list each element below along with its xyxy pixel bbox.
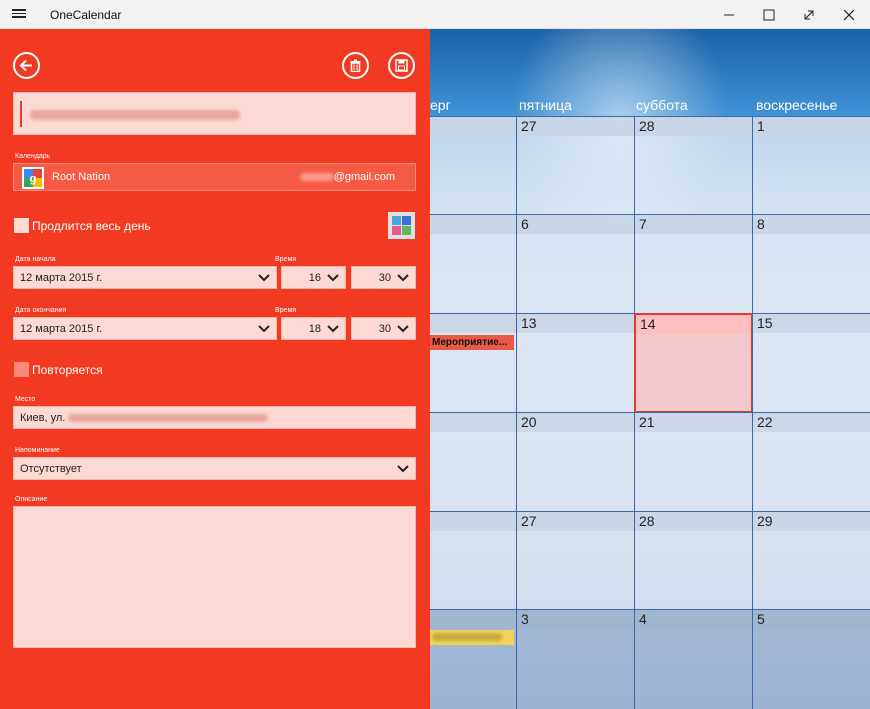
close-icon [843,9,855,20]
delete-button[interactable] [342,52,369,79]
repeat-label: Повторяется [32,363,103,377]
day-name-saturday: суббота [636,97,688,113]
calendar-day[interactable]: 15 [752,313,870,413]
color-picker-button[interactable] [388,212,415,239]
place-input[interactable]: Киев, ул. [13,406,416,429]
calendar-day[interactable]: 20 [516,412,635,512]
chevron-down-icon [258,324,270,332]
hamburger-menu-icon[interactable] [12,7,26,21]
calendar-day[interactable] [430,412,517,512]
end-minute-dropdown[interactable]: 30 [351,317,416,340]
calendar-day[interactable]: 27 [516,511,635,610]
event-edit-panel: Календарь g Root Nation @gmail.com Продл… [0,29,430,709]
day-name-thursday: ерг [430,97,451,113]
chevron-down-icon [397,324,409,332]
title-bar: OneCalendar [0,0,870,29]
calendar-day-today[interactable]: 14 [634,313,753,413]
end-time-label: Время [275,307,297,314]
calendar-day[interactable]: 3 [516,609,635,709]
event-chip-yellow[interactable] [430,630,514,645]
maximize-icon [763,9,775,20]
calendar-name: Root Nation [52,171,111,183]
maximize-button[interactable] [750,0,788,29]
calendar-day[interactable]: 1 [752,116,870,215]
color-grid-icon [392,216,411,235]
start-hour-dropdown[interactable]: 16 [281,266,346,289]
calendar-day[interactable] [430,313,517,413]
calendar-selector[interactable]: g Root Nation @gmail.com [13,163,416,191]
day-name-friday: пятница [519,97,572,113]
floppy-disk-icon [395,59,408,72]
all-day-label: Продлится весь день [32,219,151,233]
day-name-sunday: воскресенье [756,97,838,113]
all-day-checkbox[interactable] [14,218,29,233]
svg-text:g: g [30,173,37,185]
calendar-day[interactable] [430,609,517,709]
month-calendar: ерг пятница суббота воскресенье 27 28 1 … [430,29,870,709]
start-date-label: Дата начала [15,256,56,263]
repeat-checkbox[interactable] [14,362,29,377]
end-date-dropdown[interactable]: 12 марта 2015 г. [13,317,277,340]
calendar-day[interactable]: 27 [516,116,635,215]
start-date-dropdown[interactable]: 12 марта 2015 г. [13,266,277,289]
calendar-day[interactable]: 8 [752,214,870,314]
text-caret [20,101,22,127]
chevron-down-icon [327,324,339,332]
chevron-down-icon [327,273,339,281]
start-time-label: Время [275,256,297,263]
description-label: Описание [15,496,48,503]
trash-icon [350,59,361,72]
window-title: OneCalendar [50,8,122,22]
reminder-label: Напоминание [15,447,60,454]
calendar-day[interactable] [430,116,517,215]
place-label: Место [15,396,36,403]
description-textarea[interactable] [13,506,416,648]
expand-icon [804,10,814,19]
back-arrow-icon [19,59,32,72]
calendar-email: @gmail.com [299,171,395,183]
end-date-label: Дата окончания [15,307,67,314]
end-hour-dropdown[interactable]: 18 [281,317,346,340]
event-title-input[interactable] [13,92,416,135]
calendar-day[interactable]: 4 [634,609,753,709]
google-logo-icon: g [22,167,44,189]
calendar-day[interactable]: 22 [752,412,870,512]
calendar-day[interactable]: 6 [516,214,635,314]
calendar-day[interactable]: 21 [634,412,753,512]
reminder-dropdown[interactable]: Отсутствует [13,457,416,480]
calendar-label: Календарь [15,153,51,160]
calendar-day[interactable] [430,511,517,610]
calendar-day[interactable] [430,214,517,314]
save-button[interactable] [388,52,415,79]
calendar-day[interactable]: 29 [752,511,870,610]
minimize-button[interactable] [710,0,748,29]
calendar-day[interactable]: 28 [634,116,753,215]
calendar-day[interactable]: 7 [634,214,753,314]
back-button[interactable] [13,52,40,79]
start-minute-dropdown[interactable]: 30 [351,266,416,289]
chevron-down-icon [258,273,270,281]
calendar-day[interactable]: 28 [634,511,753,610]
calendar-day[interactable]: 5 [752,609,870,709]
chevron-down-icon [397,273,409,281]
calendar-day[interactable]: 13 [516,313,635,413]
event-chip[interactable]: Мероприятие... [430,335,514,350]
fullscreen-button[interactable] [790,0,828,29]
close-button[interactable] [830,0,868,29]
minimize-icon [724,14,734,15]
blurred-title-text [30,110,240,120]
chevron-down-icon [397,464,409,472]
